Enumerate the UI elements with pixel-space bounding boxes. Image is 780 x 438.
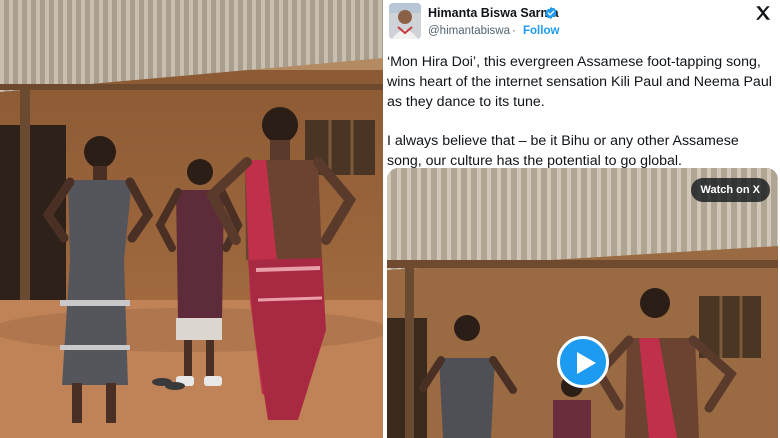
play-icon	[577, 352, 596, 374]
tweet-video[interactable]: Watch on X	[387, 168, 778, 438]
author-handle[interactable]: @himantabiswa	[428, 25, 510, 37]
author-avatar[interactable]	[389, 3, 421, 39]
x-logo-icon[interactable]	[754, 4, 772, 22]
tweet-paragraph: I always believe that – be it Bihu or an…	[387, 133, 739, 169]
follow-button[interactable]: Follow	[523, 25, 559, 37]
header-separator: ·	[512, 25, 516, 37]
tweet-paragraph: ‘Mon Hira Doi’, this evergreen Assamese …	[387, 54, 772, 110]
photo-illustration	[0, 0, 383, 438]
author-name[interactable]: Himanta Biswa Sarma	[428, 6, 559, 20]
embedded-tweet: Himanta Biswa Sarma @himantabiswa · Foll…	[385, 0, 780, 438]
verified-badge-icon	[545, 6, 557, 20]
video-thumbnail	[387, 168, 778, 438]
play-button[interactable]	[557, 336, 609, 388]
tweet-header: Himanta Biswa Sarma @himantabiswa · Foll…	[385, 0, 780, 48]
watch-on-x-button[interactable]: Watch on X	[690, 178, 770, 202]
dance-video-still	[0, 0, 383, 438]
avatar-image	[389, 3, 421, 39]
